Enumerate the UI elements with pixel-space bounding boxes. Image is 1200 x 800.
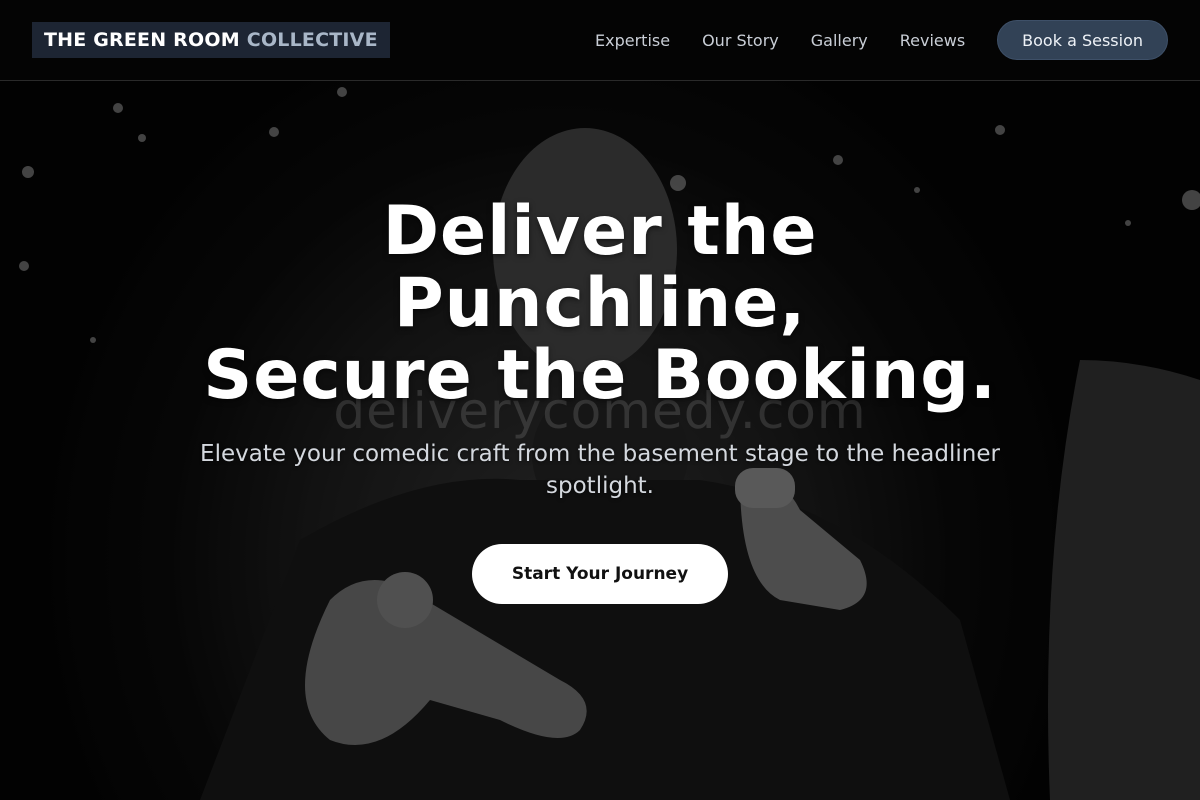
headline-line-3: Secure the Booking. [203, 336, 997, 415]
hero-headline: Deliver the Punchline, Secure the Bookin… [0, 196, 1200, 412]
brand-name-primary: THE GREEN ROOM [44, 29, 240, 51]
hero-subheadline: Elevate your comedic craft from the base… [200, 441, 1000, 499]
headline-line-2: Punchline, [393, 264, 807, 343]
headline-line-1: Deliver the [382, 192, 818, 271]
nav-link-gallery[interactable]: Gallery [811, 31, 868, 50]
brand-logo[interactable]: THE GREEN ROOM COLLECTIVE [32, 22, 390, 58]
nav-link-reviews[interactable]: Reviews [900, 31, 965, 50]
hero-section: Deliver the Punchline, Secure the Bookin… [0, 196, 1200, 604]
brand-name-secondary: COLLECTIVE [246, 29, 378, 51]
nav-link-expertise[interactable]: Expertise [595, 31, 670, 50]
book-session-button[interactable]: Book a Session [997, 20, 1168, 60]
start-journey-button[interactable]: Start Your Journey [471, 544, 729, 604]
navbar: THE GREEN ROOM COLLECTIVE Expertise Our … [0, 0, 1200, 81]
nav-link-our-story[interactable]: Our Story [702, 31, 779, 50]
page: deliverycomedy.com THE GREEN ROOM COLLEC… [0, 0, 1200, 800]
nav-menu: Expertise Our Story Gallery Reviews Book… [595, 20, 1168, 60]
